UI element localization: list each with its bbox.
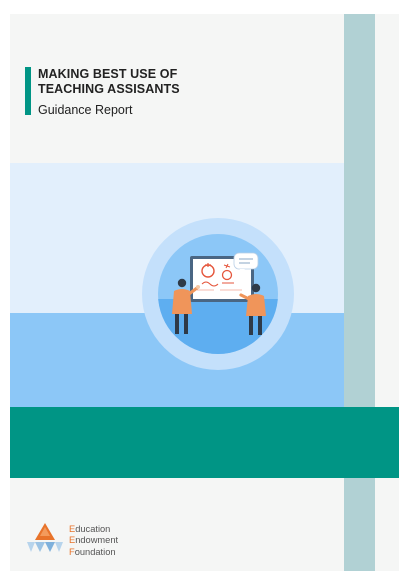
report-cover: MAKING BEST USE OF TEACHING ASSISANTS Gu… [10, 14, 399, 571]
eef-logo-icon [27, 523, 63, 552]
report-title: MAKING BEST USE OF TEACHING ASSISANTS [38, 67, 328, 96]
teal-band [10, 407, 399, 478]
logo-line-foundation: Foundation [69, 546, 116, 557]
title-line-2: TEACHING ASSISANTS [38, 81, 180, 96]
eef-logo-wordmark: Education Endowment Foundation [69, 524, 118, 558]
classroom-illustration [142, 218, 294, 370]
title-line-1: MAKING BEST USE OF [38, 67, 178, 81]
side-strip [344, 14, 375, 571]
logo-line-endowment: Endowment [69, 535, 119, 546]
report-subtitle: Guidance Report [38, 103, 133, 117]
logo-line-education: Education [69, 524, 111, 534]
title-accent-bar [25, 67, 31, 115]
